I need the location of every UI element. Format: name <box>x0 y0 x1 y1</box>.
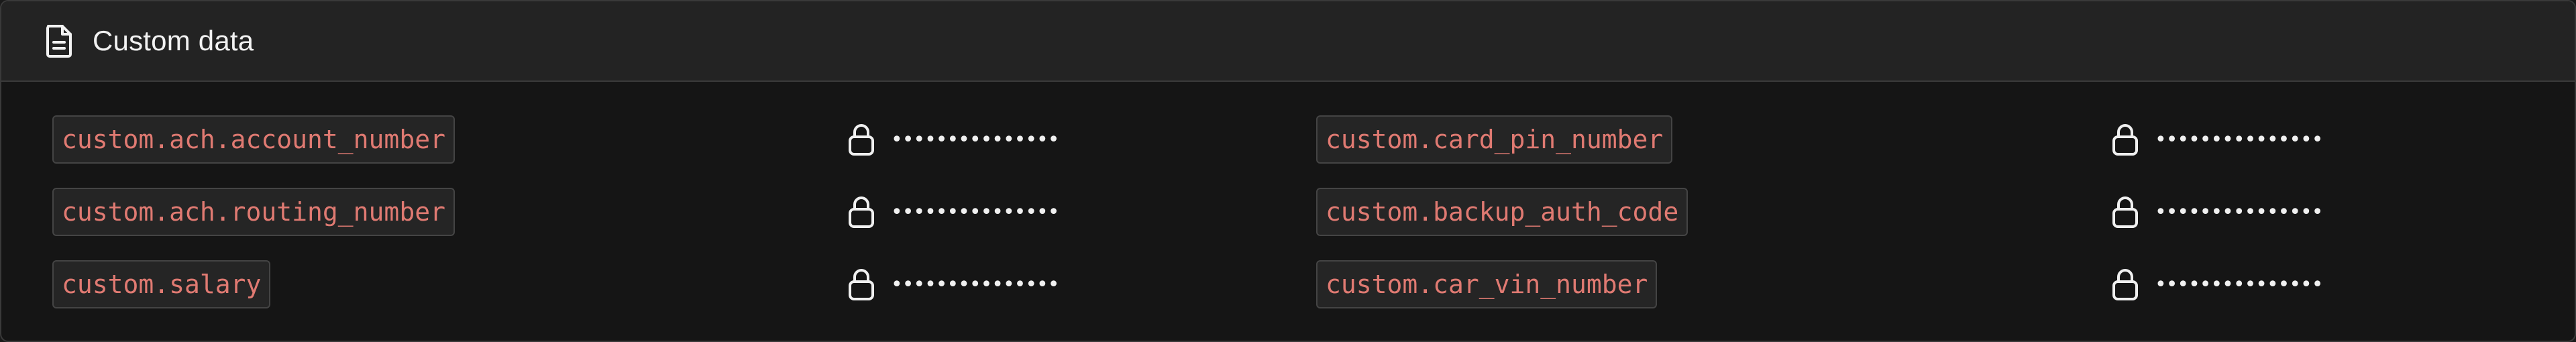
lock-icon <box>2110 267 2140 302</box>
field-value: ••••••••••••••• <box>2110 188 2323 236</box>
field-value: ••••••••••••••• <box>847 188 1059 236</box>
field-row: custom.salary ••••••••••••••• custom.car… <box>1 260 2575 314</box>
masked-value: ••••••••••••••• <box>2155 127 2323 152</box>
fields-grid: custom.ach.account_number ••••••••••••••… <box>1 82 2575 341</box>
custom-data-panel: Custom data custom.ach.account_number ••… <box>0 0 2576 342</box>
field-value: ••••••••••••••• <box>2110 260 2323 308</box>
document-icon <box>43 23 75 58</box>
field-key: custom.card_pin_number <box>1316 115 1673 164</box>
field-value: ••••••••••••••• <box>847 115 1059 164</box>
masked-value: ••••••••••••••• <box>2155 200 2323 224</box>
field-value: ••••••••••••••• <box>847 260 1059 308</box>
field-key: custom.ach.routing_number <box>52 188 455 236</box>
lock-icon <box>847 267 876 302</box>
field-row: custom.ach.account_number ••••••••••••••… <box>1 115 2575 169</box>
field-key: custom.salary <box>52 260 271 308</box>
lock-icon <box>847 194 876 229</box>
masked-value: ••••••••••••••• <box>891 200 1059 224</box>
panel-header: Custom data <box>1 1 2575 82</box>
lock-icon <box>2110 194 2140 229</box>
field-row: custom.ach.routing_number ••••••••••••••… <box>1 188 2575 241</box>
masked-value: ••••••••••••••• <box>2155 272 2323 296</box>
masked-value: ••••••••••••••• <box>891 272 1059 296</box>
field-value: ••••••••••••••• <box>2110 115 2323 164</box>
lock-icon <box>847 122 876 157</box>
field-key: custom.ach.account_number <box>52 115 455 164</box>
field-key: custom.car_vin_number <box>1316 260 1658 308</box>
field-key: custom.backup_auth_code <box>1316 188 1688 236</box>
lock-icon <box>2110 122 2140 157</box>
panel-title: Custom data <box>93 25 254 56</box>
masked-value: ••••••••••••••• <box>891 127 1059 152</box>
